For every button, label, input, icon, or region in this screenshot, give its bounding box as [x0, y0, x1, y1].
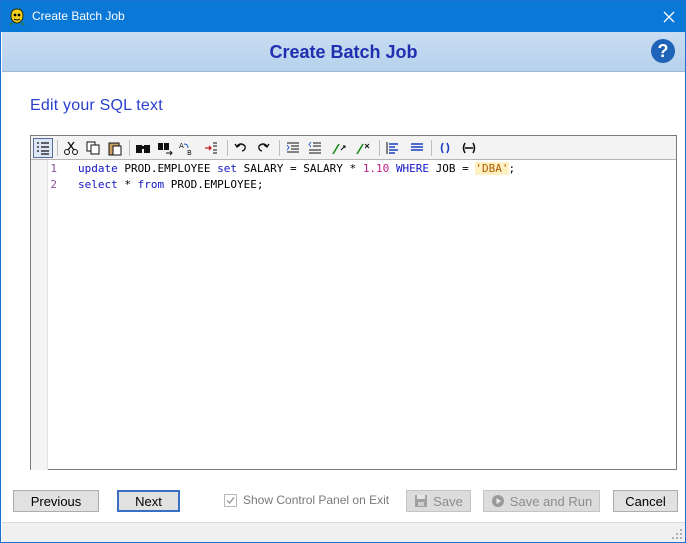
outdent-icon [308, 141, 321, 154]
code-token: * [117, 178, 138, 191]
copy-button[interactable] [83, 138, 103, 158]
uncomment-button[interactable] [353, 138, 373, 158]
save-button[interactable]: Save [406, 490, 471, 512]
line-number-gutter [31, 160, 48, 470]
redo-icon [258, 143, 270, 152]
page-title: Create Batch Job [269, 42, 418, 62]
save-icon [415, 495, 428, 507]
create-batch-job-window: Create Batch Job Create Batch Job ? Edit… [0, 0, 686, 543]
toolbar-separator [57, 140, 58, 156]
goto-line-button[interactable] [201, 138, 221, 158]
undo-button[interactable] [231, 138, 251, 158]
undo-icon [234, 143, 246, 152]
replace-button[interactable]: AB [177, 138, 197, 158]
brackets-button[interactable] [435, 138, 455, 158]
keyword-token: select [78, 178, 118, 191]
page-header: Create Batch Job ? [2, 32, 685, 72]
goto-line-icon [205, 142, 217, 154]
editor-toolbar: AB [31, 136, 676, 160]
code-line-1[interactable]: update PROD.EMPLOYEE set SALARY = SALARY… [78, 162, 515, 175]
title-bar: Create Batch Job [1, 1, 685, 32]
cut-button[interactable] [61, 138, 81, 158]
find-next-icon [158, 143, 173, 156]
toolbar-separator [279, 140, 280, 156]
code-token: PROD.EMPLOYEE [117, 162, 218, 175]
code-token: SALARY = SALARY * [236, 162, 363, 175]
keyword-token: WHERE [395, 162, 430, 175]
paste-button[interactable] [105, 138, 125, 158]
save-and-run-button[interactable]: Save and Run [483, 490, 600, 512]
keyword-token: update [78, 162, 118, 175]
toolbar-separator [431, 140, 432, 156]
previous-button[interactable]: Previous [13, 490, 99, 512]
status-bar [2, 522, 685, 542]
line-numbers-icon [37, 142, 49, 155]
save-and-run-label: Save and Run [509, 493, 593, 509]
replace-icon: AB [179, 142, 192, 156]
window-title: Create Batch Job [32, 9, 125, 23]
keyword-token: set [217, 162, 237, 175]
svg-text:B: B [187, 149, 192, 156]
keyword-token: from [137, 178, 165, 191]
string-token: 'DBA' [475, 162, 509, 175]
find-icon [136, 145, 150, 153]
copy-icon [86, 141, 100, 155]
app-logo-icon [9, 8, 25, 25]
redo-button[interactable] [253, 138, 273, 158]
comment-button[interactable] [329, 138, 349, 158]
show-control-panel-option[interactable]: Show Control Panel on Exit [224, 493, 389, 507]
cancel-button[interactable]: Cancel [613, 490, 678, 512]
brackets-icon [440, 142, 450, 154]
uncomment-icon [356, 143, 370, 155]
find-next-button[interactable] [155, 138, 175, 158]
align-justify-icon [411, 143, 423, 151]
checkmark-icon [226, 496, 235, 504]
find-button[interactable] [133, 138, 153, 158]
line-number: 2 [50, 178, 57, 191]
line-numbers-button[interactable] [33, 138, 53, 158]
comment-icon [332, 143, 346, 155]
svg-text:A: A [179, 142, 184, 150]
toolbar-separator [227, 140, 228, 156]
collapse-button[interactable] [459, 138, 479, 158]
indent-button[interactable] [283, 138, 303, 158]
show-control-panel-checkbox[interactable] [224, 493, 237, 507]
outdent-button[interactable] [305, 138, 325, 158]
close-button[interactable] [653, 1, 685, 32]
play-icon [491, 495, 504, 507]
save-label: Save [433, 493, 463, 509]
cut-icon [64, 141, 78, 155]
section-subtitle: Edit your SQL text [30, 97, 163, 114]
help-icon: ? [657, 41, 669, 61]
code-token: ; [508, 162, 516, 175]
code-token: JOB = [429, 162, 476, 175]
sql-editor[interactable]: AB 1 2 update PROD.EMPLOYEE set SALARY =… [30, 135, 677, 470]
code-line-2[interactable]: select * from PROD.EMPLOYEE; [78, 178, 263, 191]
toolbar-separator [129, 140, 130, 156]
line-number: 1 [50, 162, 57, 175]
help-button[interactable]: ? [651, 39, 675, 63]
resize-grip-icon[interactable] [671, 528, 683, 540]
toolbar-separator [379, 140, 380, 156]
align-left-button[interactable] [383, 138, 403, 158]
next-button[interactable]: Next [117, 490, 180, 512]
indent-icon [286, 142, 299, 153]
show-control-panel-label: Show Control Panel on Exit [243, 493, 390, 507]
code-token: PROD.EMPLOYEE; [164, 178, 264, 191]
close-icon [663, 11, 675, 22]
number-token: 1.10 [362, 162, 390, 175]
collapse-icon [462, 142, 476, 154]
align-justify-button[interactable] [407, 138, 427, 158]
align-left-icon [386, 142, 398, 154]
paste-icon [108, 142, 122, 156]
